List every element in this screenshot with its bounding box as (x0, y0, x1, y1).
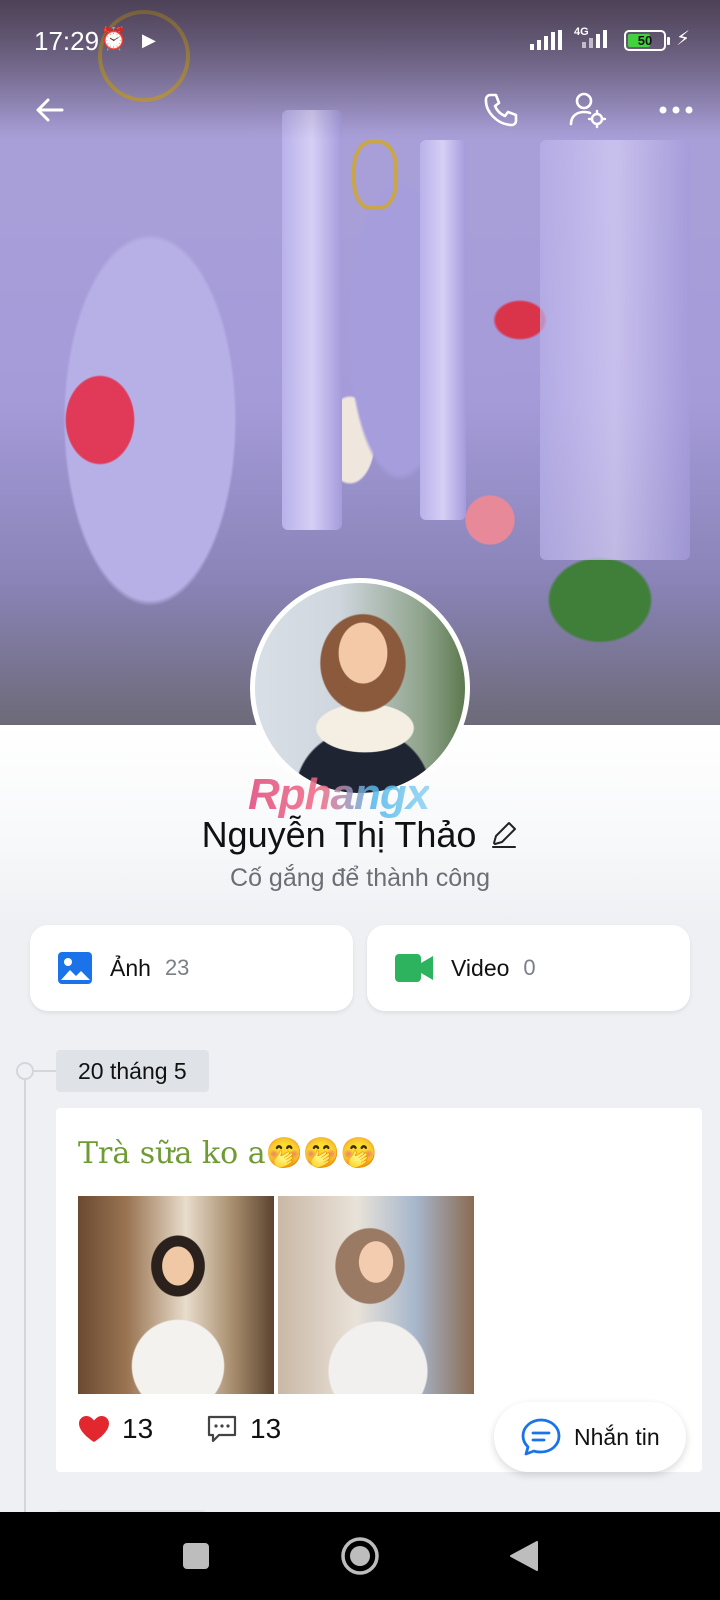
circle-home-icon (341, 1537, 379, 1575)
photos-count: 23 (164, 955, 190, 980)
post-photo-2[interactable] (278, 1196, 474, 1394)
system-nav-bar (0, 1512, 720, 1600)
message-button-label: Nhắn tin (574, 1423, 660, 1450)
comment-icon (207, 1415, 237, 1443)
message-button[interactable]: Nhắn tin (494, 1402, 686, 1472)
charging-icon: ⚡ (676, 28, 691, 50)
play-icon: ▶ (142, 30, 156, 50)
videos-count: 0 (523, 955, 536, 980)
avatar[interactable] (250, 578, 470, 798)
video-camera-icon (395, 954, 433, 982)
image-icon (58, 952, 92, 984)
watermark-logo: Rphangx (248, 770, 430, 819)
pencil-icon[interactable] (490, 821, 518, 849)
profile-bio: Cố gắng để thành công (230, 864, 490, 892)
timeline-line (24, 1072, 26, 1512)
videos-label: Video (451, 954, 510, 981)
more-button[interactable] (650, 84, 702, 136)
timeline-dot (16, 1062, 34, 1080)
profile-name-row: Nguyễn Thị Thảo (0, 814, 720, 856)
heart-icon (79, 1416, 109, 1442)
signal-icon (530, 30, 562, 50)
more-horizontal-icon (659, 106, 693, 114)
like-count: 13 (122, 1413, 154, 1444)
arrow-left-icon (36, 98, 64, 122)
battery-level: 50 (637, 33, 653, 48)
comment-button[interactable]: 13 (206, 1413, 281, 1445)
recents-button[interactable] (170, 1530, 222, 1582)
like-button[interactable]: 13 (78, 1413, 153, 1445)
status-bar: 17:29 ⏰ ▶ 4G 50 ⚡ (0, 0, 720, 80)
back-button[interactable] (24, 84, 76, 136)
home-button[interactable] (334, 1530, 386, 1582)
post-caption: Trà sữa ko a🤭🤭🤭 (78, 1136, 378, 1171)
photos-card[interactable]: Ảnh 23 (30, 925, 353, 1011)
videos-card[interactable]: Video 0 (367, 925, 690, 1011)
profile-settings-button[interactable] (562, 84, 614, 136)
square-icon (183, 1543, 209, 1569)
timeline-date: 20 tháng 5 (56, 1050, 209, 1092)
photos-label: Ảnh (110, 954, 151, 981)
call-button[interactable] (474, 84, 526, 136)
status-time: 17:29 (34, 26, 100, 56)
triangle-back-icon (510, 1541, 538, 1571)
battery-icon: 50 (624, 30, 670, 51)
post-photo-1[interactable] (78, 1196, 274, 1394)
comment-count: 13 (250, 1413, 282, 1444)
phone-icon (484, 93, 518, 127)
profile-name: Nguyễn Thị Thảo (201, 814, 477, 855)
chat-bubble-icon (521, 1418, 561, 1456)
back-nav-button[interactable] (498, 1530, 550, 1582)
alarm-icon: ⏰ (100, 26, 128, 51)
user-settings-icon (569, 92, 607, 129)
signal-icon-2 (582, 30, 607, 48)
timeline-connector (34, 1070, 56, 1072)
